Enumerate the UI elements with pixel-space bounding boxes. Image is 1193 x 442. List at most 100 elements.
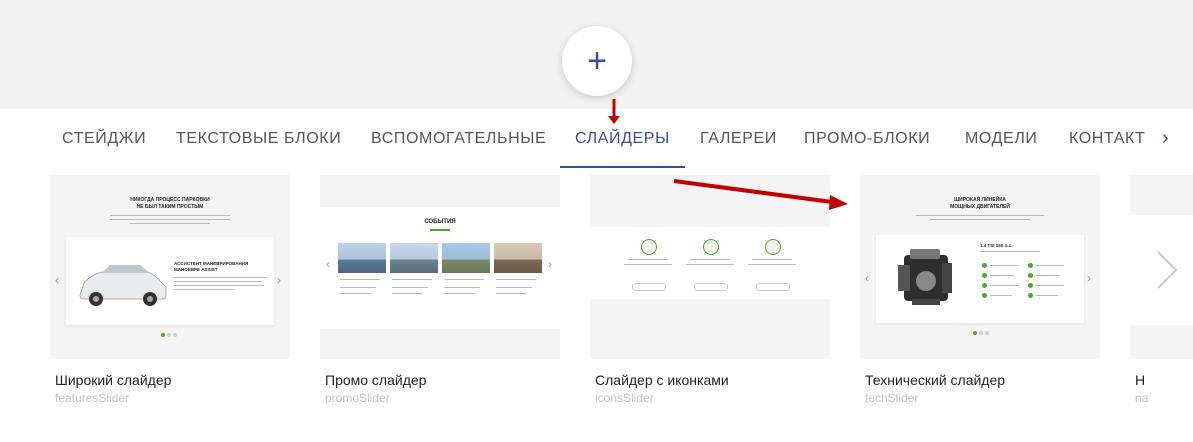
slider-dot (173, 333, 177, 337)
event-image (442, 243, 490, 273)
features-slide: АССИСТЕНТ МАНЕВРИРОВАНИЯ МАНОЕВРЕ ASSIST (66, 237, 274, 325)
text-line (496, 287, 532, 288)
tab-text-blocks[interactable]: ТЕКСТОВЫЕ БЛОКИ (176, 130, 341, 148)
tab-galleries[interactable]: ГАЛЕРЕИ (700, 130, 777, 148)
tech-slide: 1.4 TSI 150 л.с. (876, 235, 1084, 323)
text-line (690, 259, 730, 260)
slider-dot-active (161, 333, 165, 337)
slider-card-promo[interactable]: СОБЫТИЯ ‹ › Промо слайдер promoSlider (320, 175, 560, 405)
text-line (174, 281, 262, 282)
card-title: Слайдер с иконками (595, 372, 729, 388)
plus-icon: + (587, 42, 607, 80)
category-tabs: СТЕЙДЖИ ТЕКСТОВЫЕ БЛОКИ ВСПОМОГАТЕЛЬНЫЕ … (47, 109, 1193, 169)
text-line (1036, 265, 1064, 266)
text-line (444, 279, 484, 280)
spec-icon (982, 263, 987, 268)
text-line (340, 279, 380, 280)
text-line (174, 277, 266, 278)
next-arrow-icon: › (548, 257, 552, 271)
event-image (390, 243, 438, 273)
thumbnail-features-slider: НИКОГДА ПРОЦЕСС ПАРКОВКИ НЕ БЫЛ ТАКИМ ПР… (50, 175, 290, 359)
thumbnail-icons-slider (590, 175, 830, 359)
tab-promo-blocks[interactable]: ПРОМО-БЛОКИ (804, 130, 930, 148)
promo-heading: СОБЫТИЯ (424, 219, 456, 225)
text-line (444, 293, 474, 294)
tabs-next-chevron-icon[interactable]: › (1162, 127, 1169, 150)
text-line (444, 287, 480, 288)
car-image (79, 265, 167, 306)
text-line (990, 295, 1012, 296)
engine-image (898, 249, 952, 305)
text-line (340, 293, 370, 294)
card-title: Н (1135, 372, 1146, 388)
text-line (624, 264, 672, 265)
icons-slide (590, 227, 830, 299)
features-card-heading: АССИСТЕНТ МАНЕВРИРОВАНИЯ МАНОЕВРЕ ASSIST (174, 261, 249, 272)
slider-card-icons[interactable]: Слайдер с иконками iconsSlider (590, 175, 830, 405)
text-line (130, 223, 210, 224)
feature-icon (703, 239, 719, 255)
features-heading-line-2: НЕ БЫЛ ТАКИМ ПРОСТЫМ (136, 204, 204, 210)
spec-icon (1028, 273, 1033, 278)
card-subtitle: iconsSlider (595, 391, 654, 405)
tab-stages[interactable]: СТЕЙДЖИ (62, 130, 146, 148)
card-subtitle: featuresSlider (55, 391, 130, 405)
text-line (110, 215, 230, 216)
next-arrow-icon: › (277, 273, 281, 287)
text-line (174, 285, 264, 286)
card-title: Широкий слайдер (55, 372, 172, 388)
icon-card-button (632, 283, 666, 291)
tab-contacts[interactable]: КОНТАКТ (1069, 130, 1145, 148)
feature-icon (765, 239, 781, 255)
spec-icon (982, 293, 987, 298)
event-image (494, 243, 542, 273)
spec-icon (982, 283, 987, 288)
active-tab-indicator (560, 166, 685, 168)
add-block-area: + (0, 0, 1193, 109)
thumbnail-promo-slider: СОБЫТИЯ ‹ › (320, 175, 560, 359)
text-line (1036, 295, 1058, 296)
text-line (496, 279, 536, 280)
add-block-button[interactable]: + (562, 26, 632, 96)
card-title: Промо слайдер (325, 372, 427, 388)
text-line (392, 293, 422, 294)
text-line (1036, 275, 1060, 276)
text-line (990, 275, 1014, 276)
promo-heading-underline (430, 229, 450, 231)
tab-auxiliary[interactable]: ВСПОМОГАТЕЛЬНЫЕ (371, 130, 546, 148)
text-line (980, 251, 1040, 252)
text-line (748, 264, 796, 265)
text-line (686, 264, 734, 265)
prev-arrow-icon: ‹ (326, 257, 330, 271)
tab-models[interactable]: МОДЕЛИ (965, 130, 1038, 148)
text-line (990, 285, 1018, 286)
slider-dot (167, 333, 171, 337)
promo-slide: СОБЫТИЯ ‹ › (320, 207, 560, 329)
prev-arrow-icon: ‹ (55, 273, 59, 287)
slider-card-features[interactable]: НИКОГДА ПРОЦЕСС ПАРКОВКИ НЕ БЫЛ ТАКИМ ПР… (50, 175, 290, 405)
text-line (916, 215, 1044, 216)
text-line (392, 287, 428, 288)
text-line (340, 287, 376, 288)
features-heading-line-1: НИКОГДА ПРОЦЕСС ПАРКОВКИ (130, 197, 210, 203)
card-subtitle: na (1135, 391, 1149, 405)
card-title: Технический слайдер (865, 372, 1006, 388)
slider-dot (979, 331, 983, 335)
text-line (752, 259, 792, 260)
gallery-next-chevron-icon[interactable] (1154, 250, 1180, 295)
tab-sliders[interactable]: СЛАЙДЕРЫ (575, 130, 670, 148)
event-image (338, 243, 386, 273)
text-line (990, 265, 1018, 266)
tech-heading-line-2: МОЩНЫХ ДВИГАТЕЛЕЙ (950, 204, 1010, 210)
annotation-arrowhead-right (829, 195, 848, 210)
thumbnail-tech-slider: ШИРОКАЯ ЛИНЕЙКА МОЩНЫХ ДВИГАТЕЛЕЙ 1.4 TS… (860, 175, 1100, 359)
text-line (496, 293, 526, 294)
icon-card-button (756, 283, 790, 291)
slider-dot-active (973, 331, 977, 335)
text-line (1036, 285, 1064, 286)
text-line (930, 219, 1030, 220)
text-line (110, 219, 230, 220)
tech-heading-line-1: ШИРОКАЯ ЛИНЕЙКА (954, 197, 1006, 203)
slider-card-tech[interactable]: ШИРОКАЯ ЛИНЕЙКА МОЩНЫХ ДВИГАТЕЛЕЙ 1.4 TS… (860, 175, 1100, 405)
text-line (628, 259, 668, 260)
